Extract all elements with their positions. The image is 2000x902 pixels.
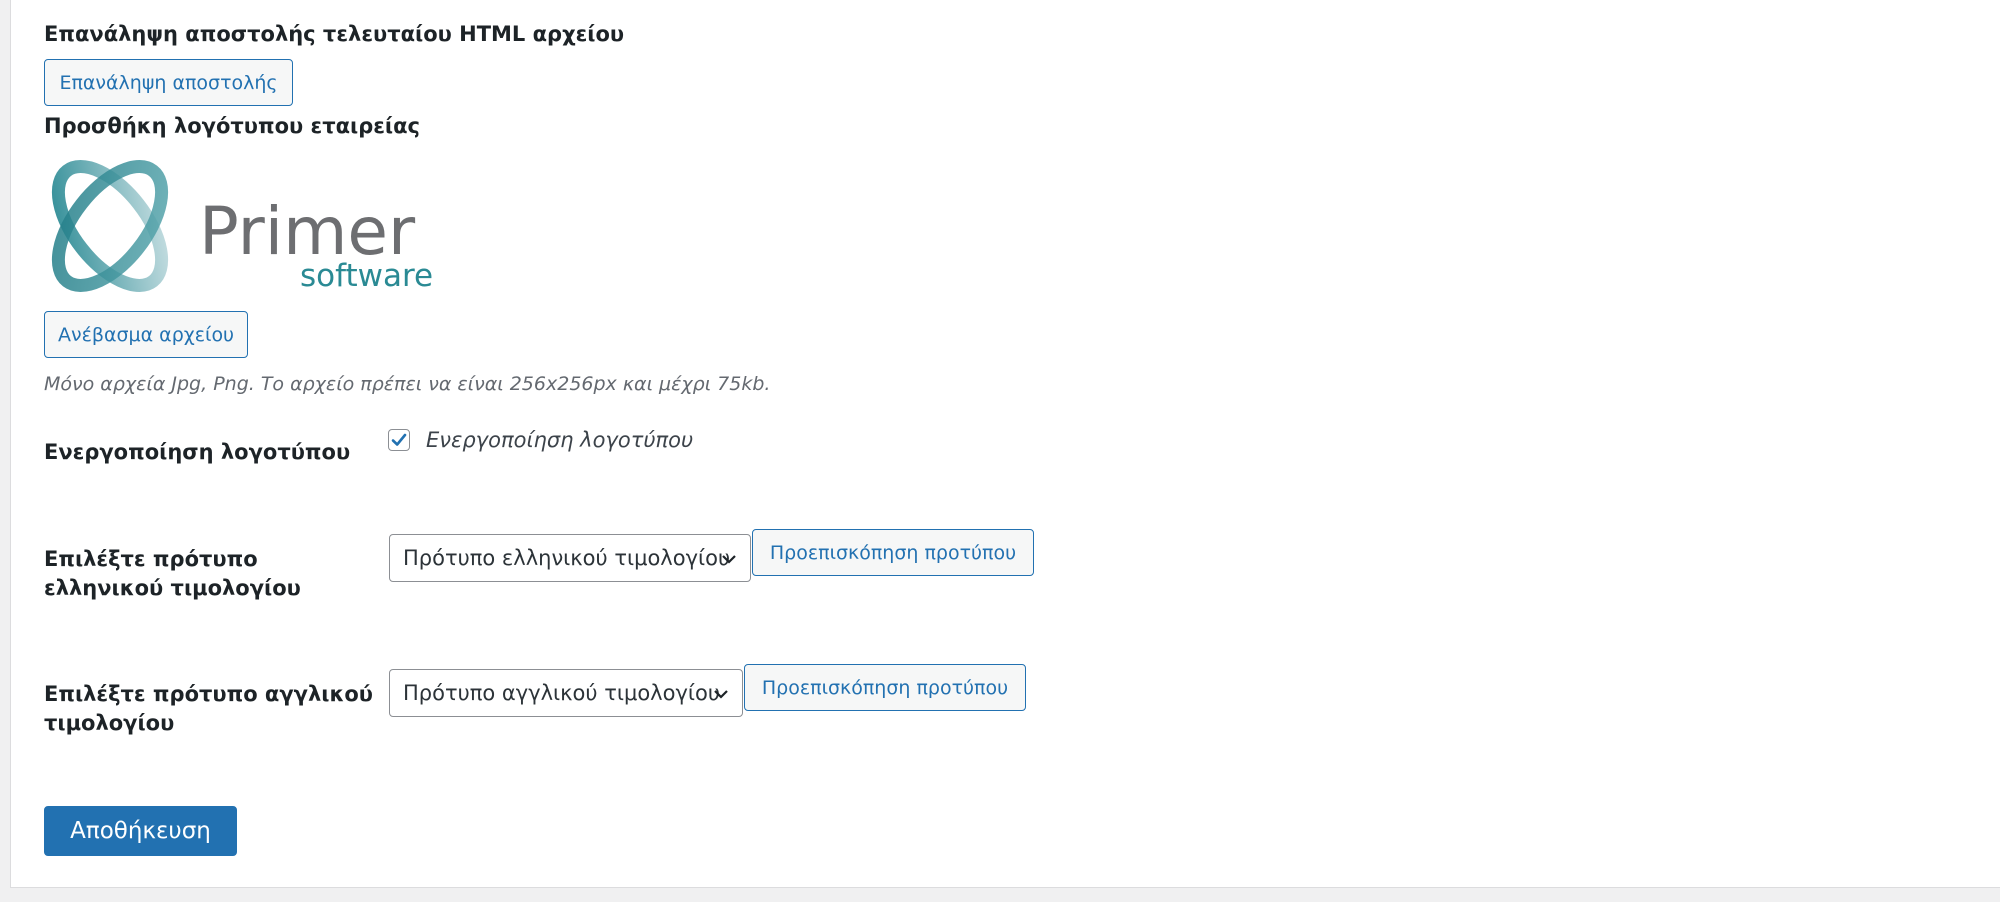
resend-button[interactable]: Επανάληψη αποστολής [44,59,293,106]
save-button[interactable]: Αποθήκευση [44,806,237,856]
enable-logo-label: Ενεργοποίηση λογοτύπου [44,440,351,464]
english-template-preview-button[interactable]: Προεπισκόπηση προτύπου [744,664,1026,711]
logo-upload-hint: Μόνο αρχεία Jpg, Png. Το αρχείο πρέπει ν… [44,373,771,395]
greek-template-label: Επιλέξτε πρότυπο ελληνικού τιμολογίου [44,547,301,600]
english-template-select[interactable]: Πρότυπο αγγλικού τιμολογίου [389,669,743,717]
checkmark-icon [391,433,407,446]
resend-heading: Επανάληψη αποστολής τελευταίου HTML αρχε… [44,22,625,46]
logo-heading: Προσθήκη λογότυπου εταιρείας [44,114,420,138]
enable-logo-checkbox-label[interactable]: Ενεργοποίηση λογοτύπου [426,428,693,452]
english-template-selected-value: Πρότυπο αγγλικού τιμολογίου [403,681,720,705]
upload-file-button[interactable]: Ανέβασμα αρχείου [44,311,248,358]
logo-text-sub: software [300,258,433,294]
chevron-down-icon [722,555,736,564]
chevron-down-icon [714,690,728,699]
enable-logo-checkbox[interactable] [388,429,410,451]
english-template-label: Επιλέξτε πρότυπο αγγλικού τιμολογίου [44,682,373,735]
greek-template-select[interactable]: Πρότυπο ελληνικού τιμολογίου [389,534,751,582]
greek-template-preview-button[interactable]: Προεπισκόπηση προτύπου [752,529,1034,576]
greek-template-selected-value: Πρότυπο ελληνικού τιμολογίου [403,546,731,570]
primer-logo-mark: Primer software [51,160,433,294]
settings-panel: Επανάληψη αποστολής τελευταίου HTML αρχε… [10,0,2000,888]
company-logo-image: Primer software [44,152,444,302]
